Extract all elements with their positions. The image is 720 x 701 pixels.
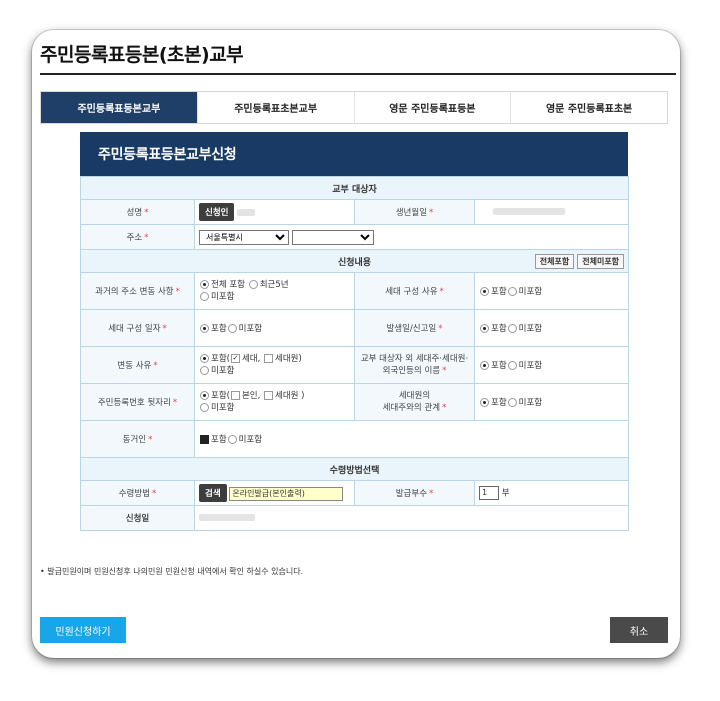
tab-resident-abstract[interactable]: 주민등록표초본교부	[197, 92, 355, 123]
apply-date-value	[193, 505, 630, 531]
past-none-radio[interactable]	[200, 292, 209, 301]
change-reason-label: 변동 사유 *	[80, 346, 195, 384]
name-value: 신청인	[194, 199, 355, 225]
search-button[interactable]: 검색	[199, 484, 227, 502]
copies-label: 발급부수 *	[354, 480, 475, 506]
rrn-exclude-radio[interactable]	[200, 403, 209, 412]
change-include-radio[interactable]	[200, 354, 209, 363]
notice-text: • 발급민원이며 민원신청후 나의민원 민원신청 내역에서 확인 하실수 있습니…	[40, 567, 304, 576]
copies-input[interactable]: 1	[479, 486, 499, 500]
apply-date-label: 신청일	[80, 505, 195, 531]
receive-value: 검색 온라인발급(본인출력)	[194, 480, 355, 506]
birth-value	[473, 199, 630, 225]
past-address-label: 과거의 주소 변동 사항 *	[80, 272, 195, 310]
household-reason-exclude-radio[interactable]	[507, 287, 517, 296]
form-table: 교부 대상자 성명 * 신청인 생년월일 * 주소 * 서울특별시 신청내용 전체포함…	[79, 176, 630, 531]
change-exclude-radio[interactable]	[200, 366, 209, 375]
birth-redacted	[493, 208, 565, 215]
relation-label: 세대원의 세대주와의 관계 *	[354, 383, 475, 421]
household-date-exclude-radio[interactable]	[227, 324, 237, 333]
past-recent-radio[interactable]	[248, 280, 258, 289]
rrn-options: 포함(본인, 세대원 ) 미포함	[194, 383, 355, 421]
tab-bar: 주민등록표등본교부 주민등록표초본교부 영문 주민등록표등본 영문 주민등록표초…	[40, 91, 668, 124]
household-date-label: 세대 구성 일자 *	[80, 309, 195, 347]
cohabitant-options: 포함 미포함	[193, 420, 630, 458]
household-date-include-radio[interactable]	[200, 324, 209, 333]
household-reason-label: 세대 구성 사유 *	[354, 272, 475, 310]
change-household-checkbox[interactable]: ✓	[230, 354, 240, 363]
cancel-button[interactable]: 취소	[610, 617, 668, 643]
occur-date-exclude-radio[interactable]	[507, 324, 517, 333]
household-reason-include-radio[interactable]	[480, 287, 489, 296]
foreigner-exclude-radio[interactable]	[507, 361, 517, 370]
past-all-radio[interactable]	[200, 280, 209, 289]
section-content: 신청내용 전체포함 전체미포함	[79, 249, 630, 273]
cohabitant-include-radio[interactable]	[200, 435, 209, 444]
occur-date-label: 발생일/신고일 *	[354, 309, 475, 347]
cohabitant-label: 동거인 *	[80, 420, 195, 458]
foreigner-include-radio[interactable]	[480, 361, 489, 370]
foreigner-options: 포함 미포함	[473, 346, 630, 384]
section-receive: 수령방법선택	[79, 457, 630, 481]
applicant-button[interactable]: 신청인	[199, 203, 235, 221]
household-date-options: 포함 미포함	[194, 309, 355, 347]
address-value: 서울특별시	[193, 224, 630, 250]
rrn-member-checkbox[interactable]	[264, 391, 274, 400]
tab-resident-copy[interactable]: 주민등록표등본교부	[41, 92, 198, 123]
name-redacted	[237, 209, 256, 216]
address-label: 주소 *	[80, 224, 195, 250]
title-divider	[40, 73, 676, 75]
copies-value: 1 부	[473, 480, 630, 506]
rrn-self-checkbox[interactable]	[230, 391, 240, 400]
exclude-all-button[interactable]: 전체미포함	[577, 254, 625, 269]
past-address-options: 전체 포함 최근5년 미포함	[194, 272, 355, 310]
receive-method-input[interactable]: 온라인발급(본인출력)	[229, 486, 344, 501]
dialog-card: 주민등록표등본(초본)교부 주민등록표등본교부 주민등록표초본교부 영문 주민등…	[32, 30, 680, 658]
occur-date-include-radio[interactable]	[480, 324, 489, 333]
form-header: 주민등록표등본교부신청	[80, 132, 628, 176]
section-target: 교부 대상자	[79, 176, 630, 200]
include-all-button[interactable]: 전체포함	[534, 254, 575, 269]
foreigner-label: 교부 대상자 외 세대주·세대원· 외국인등의 이름 *	[354, 346, 475, 384]
relation-exclude-radio[interactable]	[507, 398, 517, 407]
cohabitant-exclude-radio[interactable]	[227, 435, 237, 444]
tab-english-copy[interactable]: 영문 주민등록표등본	[354, 92, 512, 123]
address-city-select[interactable]: 서울특별시	[199, 229, 289, 245]
relation-options: 포함 미포함	[473, 383, 630, 421]
relation-include-radio[interactable]	[480, 398, 489, 407]
address-district-select[interactable]	[291, 229, 374, 245]
page-title: 주민등록표등본(초본)교부	[40, 44, 244, 66]
apply-date-redacted	[199, 514, 255, 521]
receive-label: 수령방법 *	[80, 480, 195, 506]
application-form: 주민등록표등본교부신청 교부 대상자 성명 * 신청인 생년월일 * 주소 * 서울특…	[79, 132, 630, 531]
rrn-include-radio[interactable]	[200, 391, 209, 400]
occur-date-options: 포함 미포함	[473, 309, 630, 347]
birth-label: 생년월일 *	[354, 199, 475, 225]
submit-button[interactable]: 민원신청하기	[40, 617, 126, 643]
name-label: 성명 *	[80, 199, 195, 225]
change-member-checkbox[interactable]	[264, 354, 274, 363]
tab-english-abstract[interactable]: 영문 주민등록표초본	[511, 92, 667, 123]
change-reason-options: 포함(✓ 세대, 세대원) 미포함	[194, 346, 355, 384]
rrn-label: 주민등록번호 뒷자리 *	[80, 383, 195, 421]
household-reason-options: 포함 미포함	[473, 272, 630, 310]
